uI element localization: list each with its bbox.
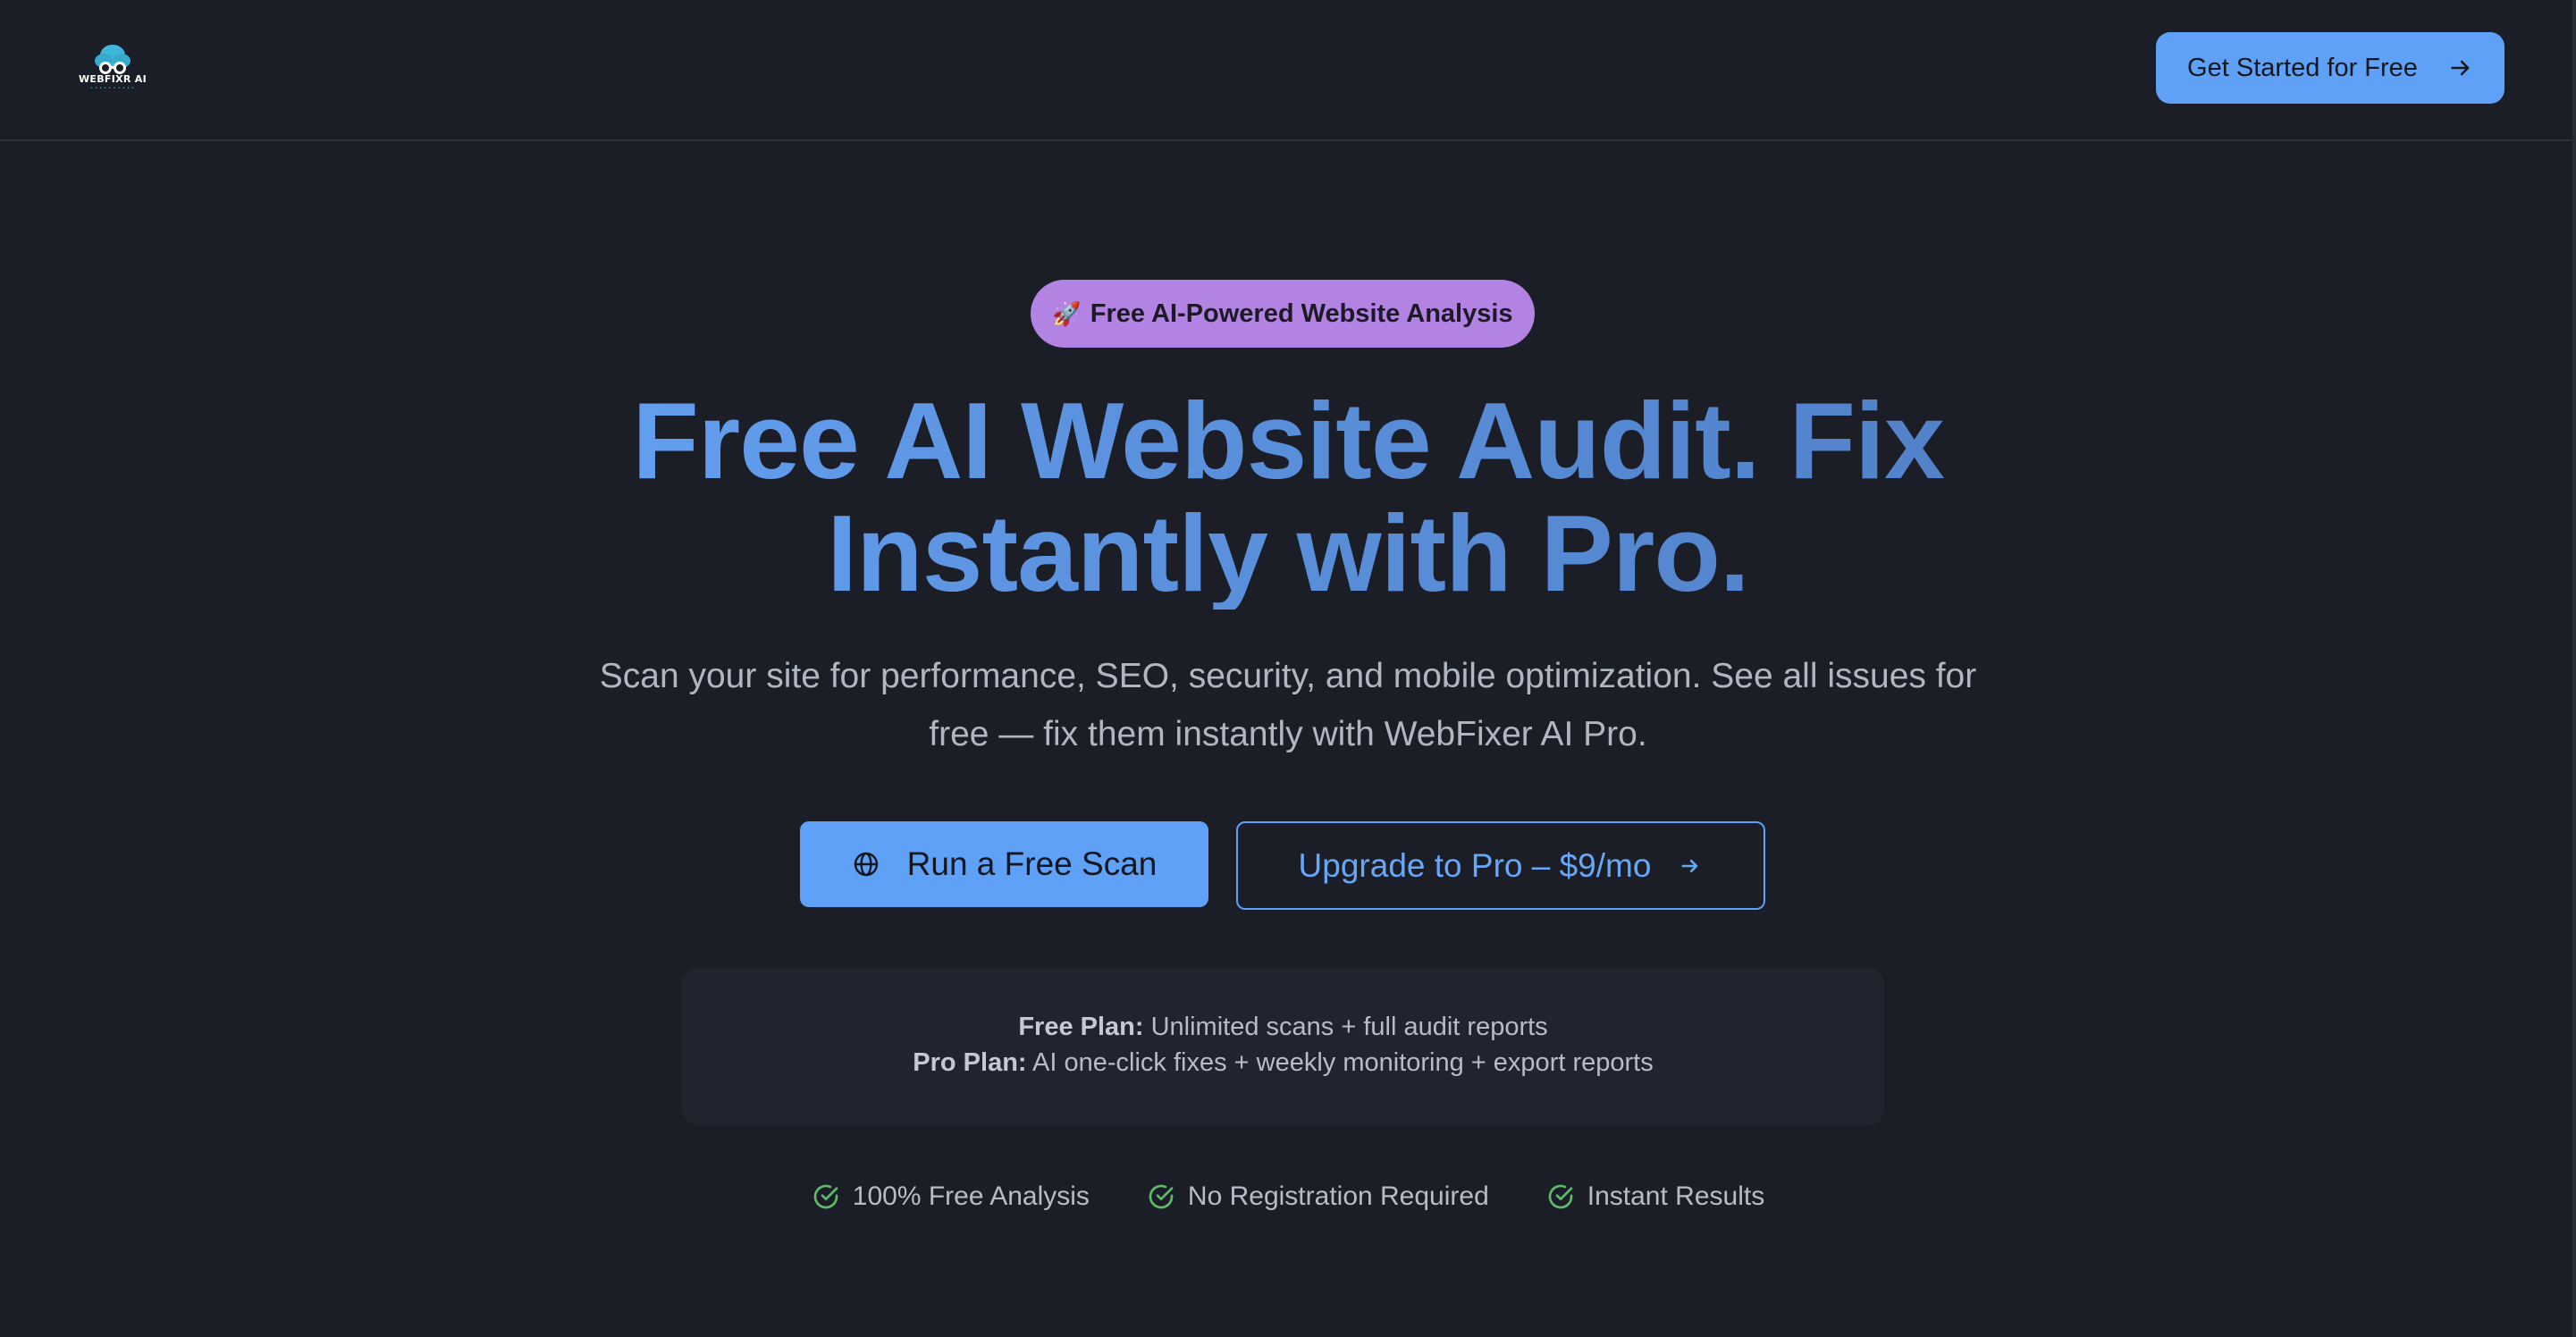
check-circle-icon: [1149, 1184, 1174, 1209]
hero-subtitle-line2: free — fix them instantly with WebFixer …: [929, 715, 1647, 753]
hero-headline-line2: Instantly with Pro.: [827, 492, 1749, 614]
free-plan-line: Free Plan: Unlimited scans + full audit …: [682, 1013, 1884, 1042]
upgrade-pro-label: Upgrade to Pro – $9/mo: [1298, 846, 1652, 884]
hero-headline: Free AI Website Audit. Fix Instantly wit…: [394, 384, 2182, 610]
arrow-right-icon: [1682, 859, 1698, 872]
scrollbar-track[interactable]: [2572, 0, 2576, 1337]
logo-text: WEBFIXR AI: [78, 73, 147, 85]
pro-plan-text: AI one-click fixes + weekly monitoring +…: [1026, 1048, 1654, 1077]
feature-item: Instant Results: [1546, 1181, 1764, 1212]
pro-plan-label: Pro Plan:: [913, 1048, 1027, 1077]
run-free-scan-label: Run a Free Scan: [906, 845, 1158, 882]
feature-item: No Registration Required: [1147, 1181, 1489, 1212]
hero-subtitle: Scan your site for performance, SEO, sec…: [573, 647, 2003, 763]
free-plan-label: Free Plan:: [1018, 1013, 1144, 1041]
check-circle-icon: [813, 1184, 838, 1209]
free-plan-text: Unlimited scans + full audit reports: [1143, 1013, 1548, 1041]
cloud-logo-icon: [95, 45, 130, 74]
hero-badge-text: Free AI-Powered Website Analysis: [1090, 299, 1513, 328]
feature-item: 100% Free Analysis: [812, 1181, 1090, 1212]
landing-page: WEBFIXR AI • • • • • • • • • • Get Start…: [0, 0, 2576, 1337]
feature-label: 100% Free Analysis: [852, 1181, 1090, 1211]
arrow-right-icon: [2451, 60, 2470, 76]
check-circle-icon: [1548, 1184, 1573, 1209]
feature-label: Instant Results: [1587, 1181, 1765, 1211]
logo-tagline-decoration: • • • • • • • • • •: [90, 86, 135, 91]
pro-plan-line: Pro Plan: AI one-click fixes + weekly mo…: [682, 1048, 1884, 1078]
globe-icon: [854, 852, 878, 877]
get-started-button[interactable]: Get Started for Free: [2156, 32, 2504, 104]
hero-badge: 🚀 Free AI-Powered Website Analysis: [1031, 280, 1535, 348]
plans-panel: Free Plan: Unlimited scans + full audit …: [682, 968, 1884, 1125]
upgrade-pro-button[interactable]: Upgrade to Pro – $9/mo: [1236, 821, 1765, 910]
feature-label: No Registration Required: [1187, 1181, 1489, 1211]
feature-list: 100% Free Analysis No Registration Requi…: [0, 1181, 2576, 1212]
get-started-label: Get Started for Free: [2187, 53, 2418, 82]
run-free-scan-button[interactable]: Run a Free Scan: [800, 821, 1208, 907]
hero-subtitle-line1: Scan your site for performance, SEO, sec…: [599, 657, 1977, 695]
rocket-icon: 🚀: [1052, 299, 1082, 327]
site-header: WEBFIXR AI • • • • • • • • • • Get Start…: [0, 0, 2572, 141]
logo[interactable]: WEBFIXR AI • • • • • • • • • •: [64, 39, 161, 95]
hero-headline-line1: Free AI Website Audit. Fix: [632, 380, 1944, 501]
